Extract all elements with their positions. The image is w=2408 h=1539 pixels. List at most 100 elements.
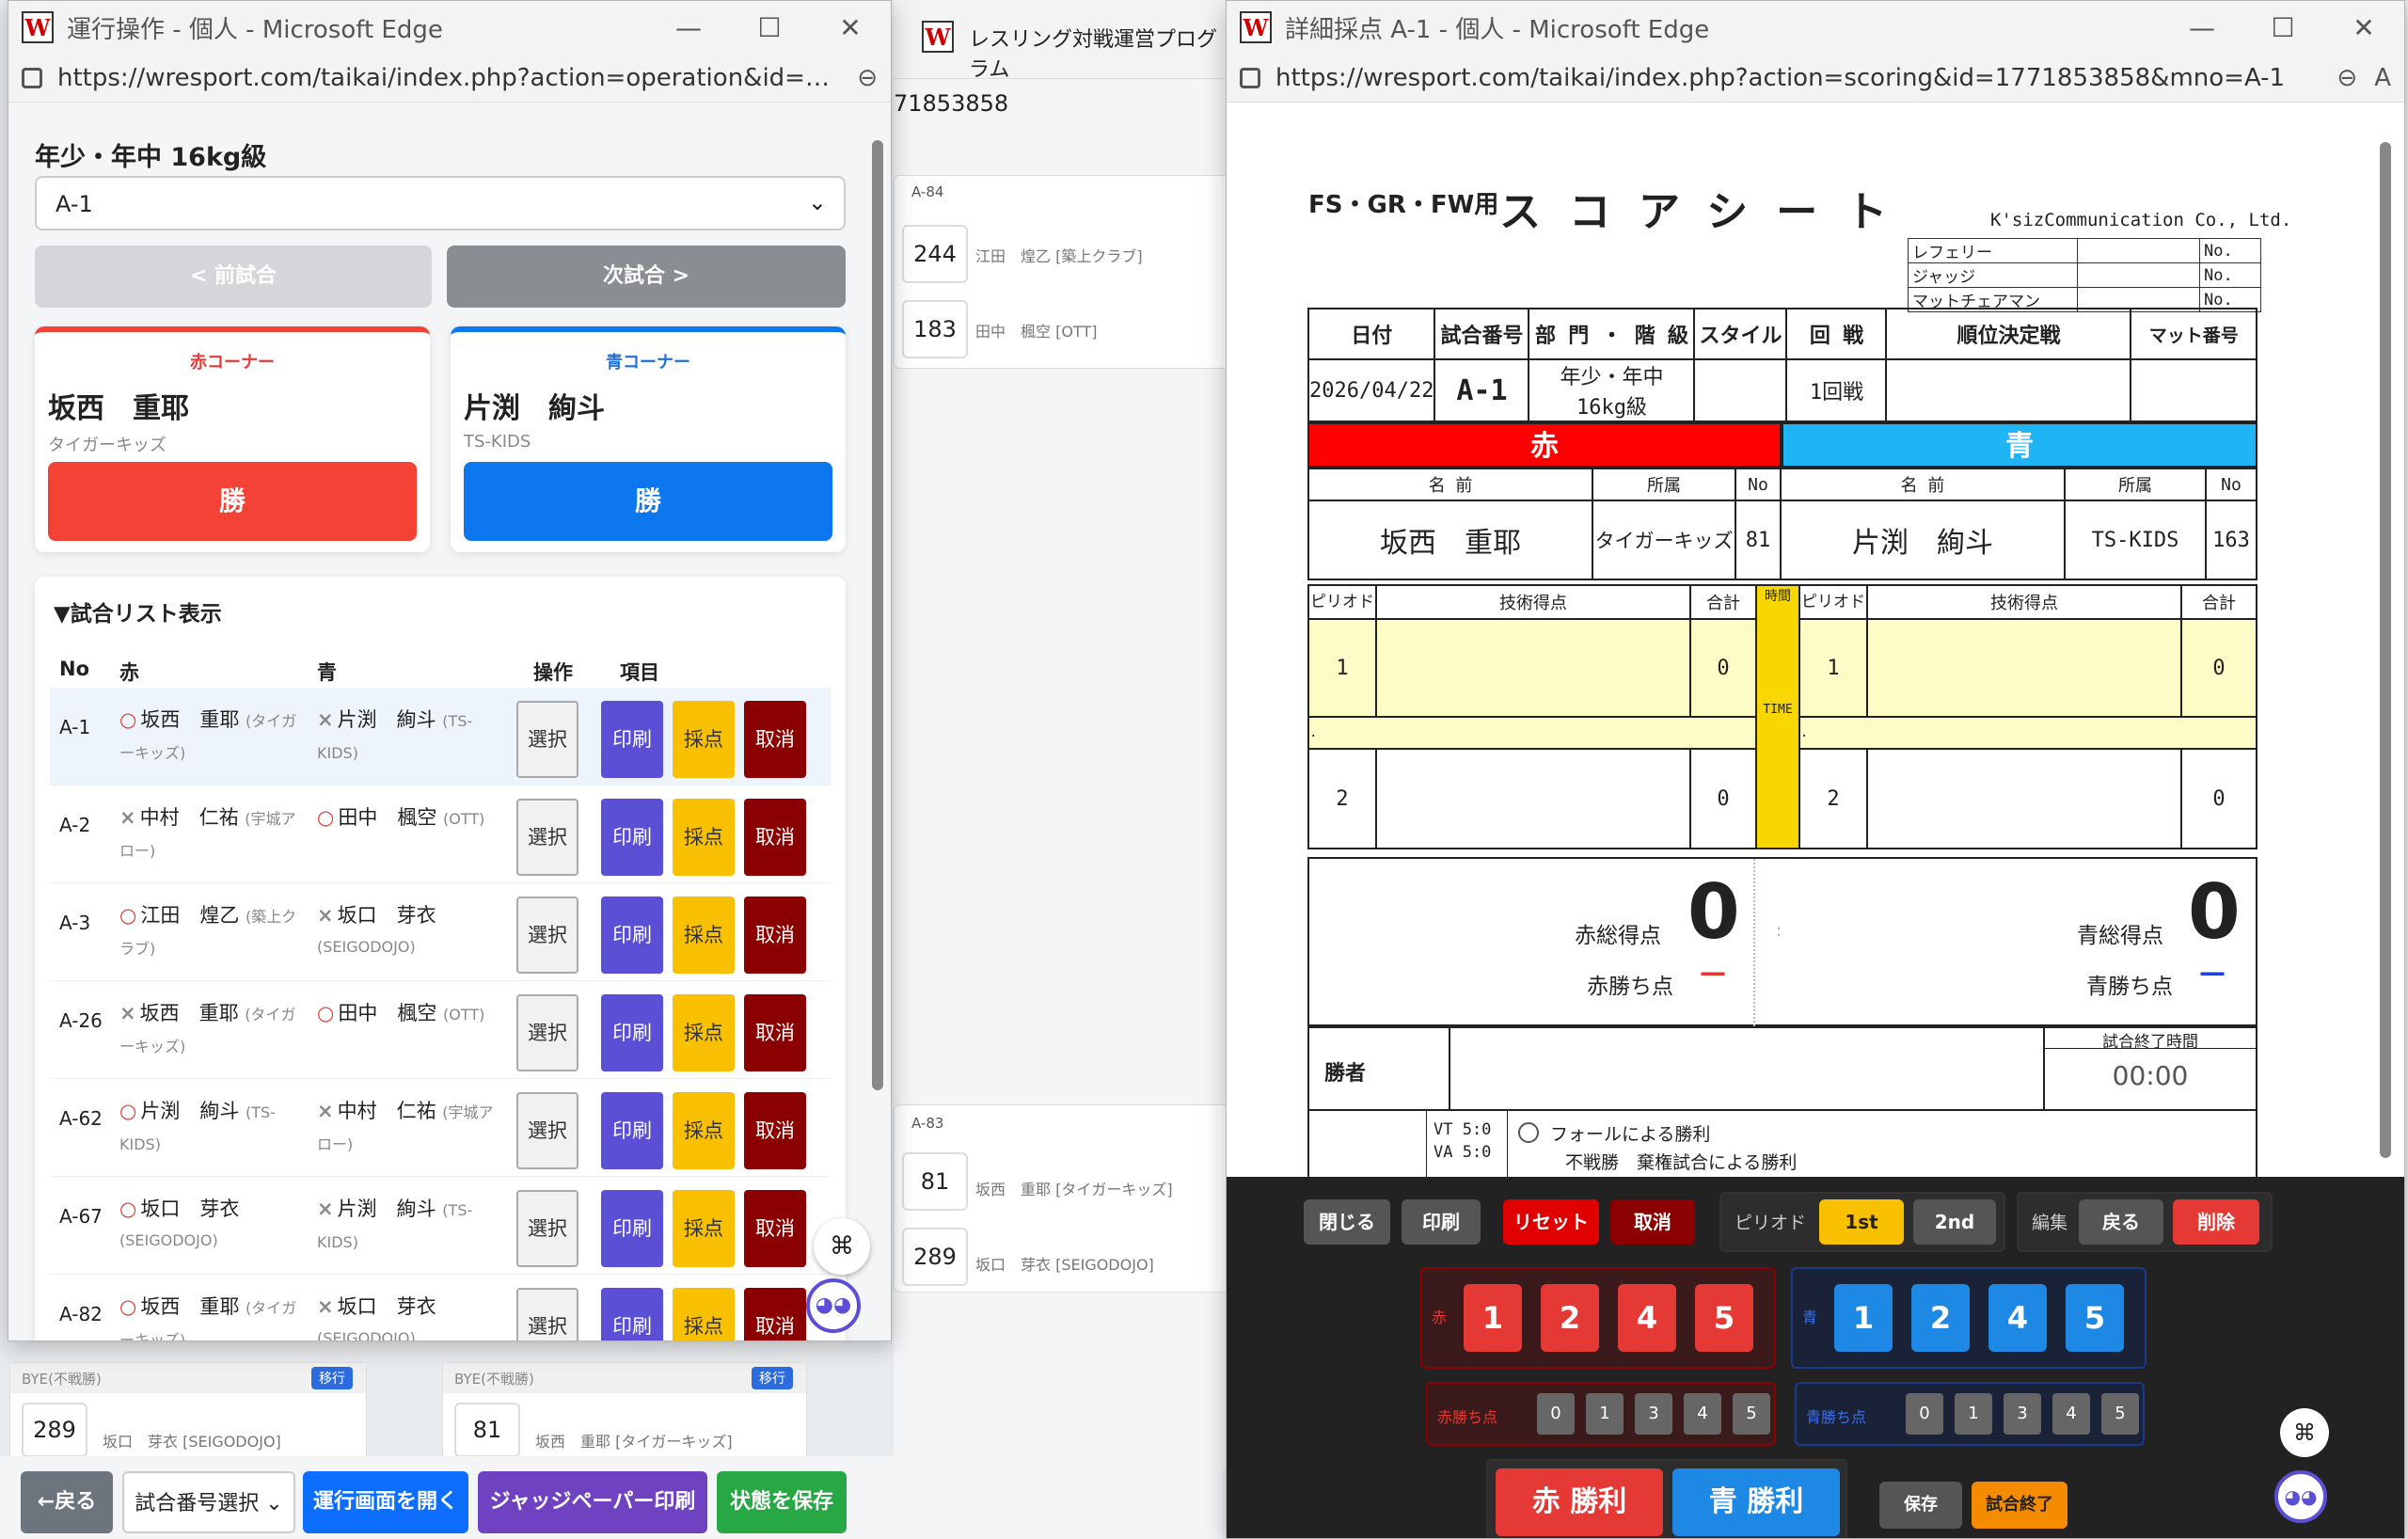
print-button[interactable]: 印刷 [601,1092,663,1169]
blue-win-point-button[interactable]: 0 [1906,1393,1943,1435]
blue-tech-1[interactable] [1866,618,2182,718]
print-button[interactable]: 印刷 [601,1190,663,1267]
url-text[interactable]: https://wresport.com/taikai/index.php?ac… [1275,64,2320,92]
blue-win-button[interactable]: 青 勝利 [1672,1468,1840,1536]
assistant-icon[interactable]: ◕◕ [2274,1470,2327,1523]
scrollbar[interactable] [2380,142,2391,1158]
maximize-icon[interactable]: ☐ [2242,12,2323,43]
next-match-button[interactable]: 次試合 > [447,246,846,308]
cancel-button[interactable]: 取消 [744,1092,806,1169]
zoom-icon[interactable]: ⊖ [857,64,878,92]
radio-icon[interactable] [1518,1122,1539,1143]
close-icon[interactable]: ✕ [810,12,891,43]
red-win-point-button[interactable]: 5 [1733,1393,1770,1435]
prev-match-button[interactable]: < 前試合 [35,246,432,308]
select-button[interactable]: 選択 [516,896,578,974]
delete-button[interactable]: 削除 [2173,1199,2259,1245]
table-row[interactable]: A-62 ○ 片渕 絢斗 (TS-KIDS) × 中村 仁祐 (宇城アロー) 選択 印刷 採点… [50,1079,831,1177]
table-row[interactable]: A-3 ○ 江田 煌乙 (築上クラブ) × 坂口 芽衣 (SEIGODOJO) 選択 印刷採… [50,883,831,981]
select-button[interactable]: 選択 [516,1092,578,1169]
table-row[interactable]: A-26 × 坂西 重耶 (タイガーキッズ) ○ 田中 楓空 (OTT) 選択 印刷 採点 取消 [50,981,831,1079]
blue-point-button[interactable]: 4 [1988,1284,2047,1352]
select-button[interactable]: 選択 [516,994,578,1071]
blue-win-point-button[interactable]: 5 [2101,1393,2139,1435]
address-bar[interactable]: https://wresport.com/taikai/index.php?ac… [1227,54,2404,103]
assistant-icon[interactable]: ◕◕ [806,1278,861,1333]
red-point-button[interactable]: 4 [1618,1284,1676,1352]
zoom-icon[interactable]: ⊖ [2337,64,2357,92]
select-button[interactable]: 選択 [516,1190,578,1267]
back-button[interactable]: ←戻る [21,1471,113,1533]
read-aloud-icon[interactable]: A [2374,64,2391,92]
red-win-button[interactable]: 赤 勝利 [1496,1468,1663,1536]
close-button[interactable]: 閉じる [1304,1199,1390,1245]
blue-win-point-button[interactable]: 1 [1955,1393,1992,1435]
score-button[interactable]: 採点 [673,896,735,974]
red-win-point-button[interactable]: 3 [1635,1393,1672,1435]
red-win-button[interactable]: 勝 [48,462,417,541]
save-state-button[interactable]: 状態を保存 [717,1471,847,1533]
cancel-button[interactable]: 取消 [744,701,806,778]
select-button[interactable]: 選択 [516,799,578,876]
minimize-icon[interactable]: — [648,12,729,43]
cancel-button[interactable]: 取消 [744,799,806,876]
move-button[interactable]: 移行 [311,1367,353,1389]
cancel-button[interactable]: 取消 [744,994,806,1071]
score-button[interactable]: 採点 [673,799,735,876]
scrollbar[interactable] [872,140,883,1090]
blue-win-point-button[interactable]: 3 [2004,1393,2041,1435]
save-button[interactable]: 保存 [1879,1482,1962,1529]
bg-tab[interactable]: W レスリング対戦運営プログラム [894,0,1232,82]
red-point-button[interactable]: 5 [1695,1284,1753,1352]
table-row[interactable]: A-82 ○ 坂西 重耶 (タイガーキッズ) × 坂口 芽衣 (SEIGODOJO) 選択… [50,1275,831,1341]
open-operation-button[interactable]: 運行画面を開く [303,1471,468,1533]
table-row[interactable]: A-1 ○ 坂西 重耶 (タイガーキッズ) × 片渕 絢斗 (TS-KIDS) 選択 印刷採… [50,688,831,785]
judge-paper-print-button[interactable]: ジャッジペーパー印刷 [478,1471,707,1533]
red-point-button[interactable]: 2 [1541,1284,1599,1352]
close-icon[interactable]: ✕ [2323,12,2404,43]
end-match-button[interactable]: 試合終了 [1972,1482,2067,1529]
maximize-icon[interactable]: ☐ [729,12,810,43]
red-point-button[interactable]: 1 [1464,1284,1522,1352]
blue-point-button[interactable]: 2 [1911,1284,1970,1352]
back-button[interactable]: 戻る [2079,1199,2163,1245]
red-win-point-button[interactable]: 4 [1684,1393,1721,1435]
print-button[interactable]: 印刷 [601,701,663,778]
cancel-button[interactable]: 取消 [744,1288,806,1341]
cancel-button[interactable]: 取消 [1610,1199,1695,1245]
table-row[interactable]: A-2 × 中村 仁祐 (宇城アロー) ○ 田中 楓空 (OTT) 選択 印刷 採点 取消 [50,785,831,883]
print-button[interactable]: 印刷 [601,994,663,1071]
match-list-toggle[interactable]: ▼試合リスト表示 [54,595,222,627]
score-button[interactable]: 採点 [673,1288,735,1341]
print-button[interactable]: 印刷 [601,799,663,876]
print-button[interactable]: 印刷 [601,896,663,974]
score-button[interactable]: 採点 [673,701,735,778]
url-text[interactable]: https://wresport.com/taikai/index.php?ac… [57,64,840,92]
red-win-point-button[interactable]: 1 [1586,1393,1624,1435]
move-button[interactable]: 移行 [752,1367,793,1389]
select-button[interactable]: 選択 [516,701,578,778]
score-button[interactable]: 採点 [673,1092,735,1169]
print-button[interactable]: 印刷 [1402,1199,1481,1245]
score-button[interactable]: 採点 [673,994,735,1071]
reset-button[interactable]: リセット [1503,1199,1599,1245]
table-row[interactable]: A-67 ○ 坂口 芽衣 (SEIGODOJO) × 片渕 絢斗 (TS-KIDS) 選択… [50,1177,831,1275]
print-button[interactable]: 印刷 [601,1288,663,1341]
match-number-select[interactable]: 試合番号選択 ⌄ [122,1471,295,1533]
red-win-point-button[interactable]: 0 [1537,1393,1575,1435]
cancel-button[interactable]: 取消 [744,1190,806,1267]
blue-win-point-button[interactable]: 4 [2052,1393,2090,1435]
select-button[interactable]: 選択 [516,1288,578,1341]
shortcut-icon[interactable]: ⌘ [2280,1408,2329,1457]
red-tech-1[interactable] [1375,618,1691,718]
blue-tech-2[interactable] [1866,748,2182,849]
minimize-icon[interactable]: — [2162,12,2242,43]
blue-point-button[interactable]: 1 [1834,1284,1893,1352]
address-bar[interactable]: https://wresport.com/taikai/index.php?ac… [8,54,891,103]
red-tech-2[interactable] [1375,748,1691,849]
blue-win-button[interactable]: 勝 [464,462,832,541]
shortcut-icon[interactable]: ⌘ [814,1218,870,1275]
period-1st-button[interactable]: 1st [1819,1199,1904,1245]
period-2nd-button[interactable]: 2nd [1913,1199,1996,1245]
cancel-button[interactable]: 取消 [744,896,806,974]
